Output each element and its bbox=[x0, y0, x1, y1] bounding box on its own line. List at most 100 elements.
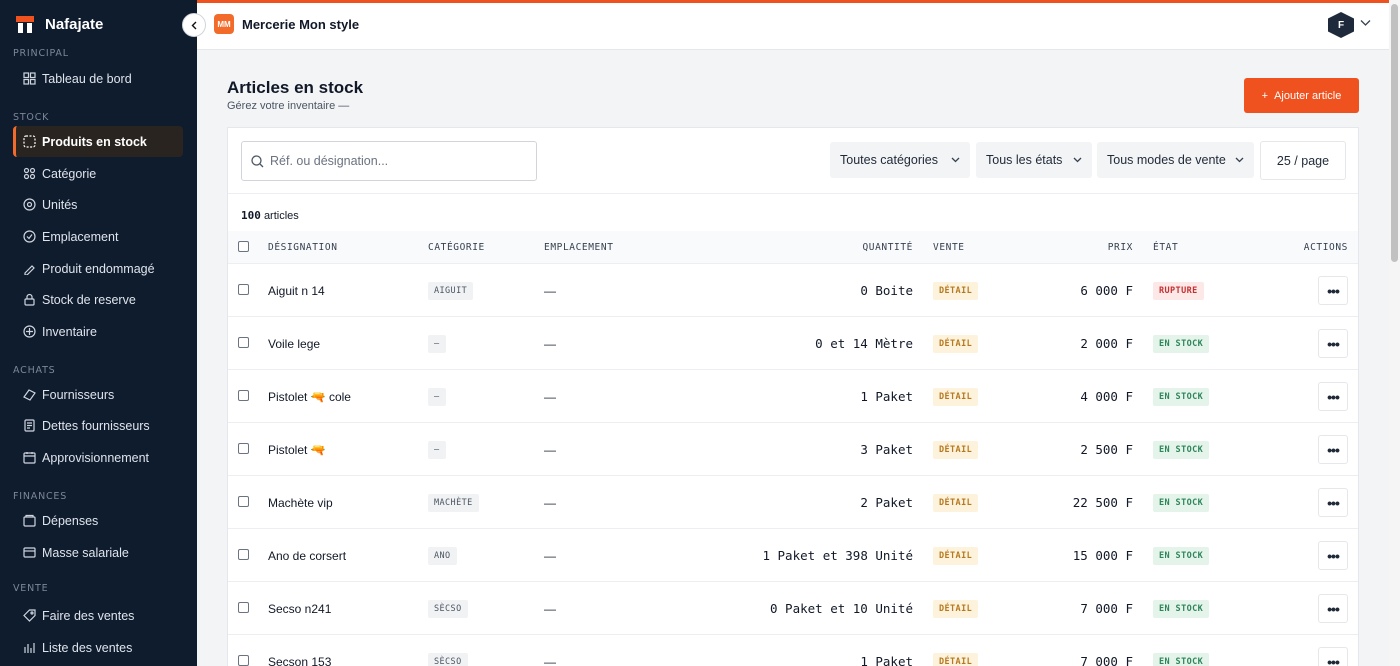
table-row[interactable]: Secso n241 SÈCSO — 0 Paket et 10 Unité D… bbox=[228, 582, 1358, 635]
section-title-finances: FINANCES bbox=[13, 491, 68, 502]
row-price: 15 000 F bbox=[1072, 548, 1133, 563]
sidebar-item-label: Masse salariale bbox=[42, 545, 129, 560]
status-badge: EN STOCK bbox=[1153, 546, 1210, 565]
sidebar-item-inventaire[interactable]: Inventaire bbox=[13, 316, 183, 347]
sidebar-item-tableau-de-bord[interactable]: Tableau de bord bbox=[13, 63, 183, 94]
sidebar-item-categorie[interactable]: Catégorie bbox=[13, 158, 183, 189]
shop-switcher[interactable]: MM Mercerie Mon style bbox=[214, 14, 359, 34]
table-row[interactable]: Voile lege — — 0 et 14 Mètre DÉTAIL 2 00… bbox=[228, 317, 1358, 370]
row-checkbox[interactable] bbox=[238, 655, 249, 666]
row-price: 7 000 F bbox=[1080, 601, 1133, 616]
header-etat[interactable]: ÉTAT bbox=[1153, 242, 1178, 253]
collapse-sidebar-button[interactable] bbox=[182, 13, 206, 37]
scrollbar-thumb[interactable] bbox=[1391, 4, 1398, 262]
sidebar-item-depenses[interactable]: Dépenses bbox=[13, 505, 183, 536]
sidebar-item-produit-endommage[interactable]: Produit endommagé bbox=[13, 253, 183, 284]
row-actions-button[interactable]: ••• bbox=[1318, 541, 1348, 570]
shop-name: Mercerie Mon style bbox=[242, 16, 360, 32]
state-select[interactable]: Tous les états bbox=[976, 142, 1092, 178]
row-designation: Pistolet 🔫 cole bbox=[268, 389, 351, 404]
table-row[interactable]: Pistolet 🔫 — — 3 Paket DÉTAIL 2 500 F EN… bbox=[228, 423, 1358, 476]
add-article-button[interactable]: + Ajouter article bbox=[1244, 78, 1359, 113]
table-row[interactable]: Secson 153 SÈCSO — 1 Paket DÉTAIL 7 000 … bbox=[228, 635, 1358, 666]
table-row[interactable]: Ano de corsert ANO — 1 Paket et 398 Unit… bbox=[228, 529, 1358, 582]
topbar: MM Mercerie Mon style F bbox=[197, 0, 1389, 50]
sidebar-item-liste-des-ventes[interactable]: Liste des ventes bbox=[13, 632, 183, 663]
row-checkbox[interactable] bbox=[238, 443, 249, 454]
table-row[interactable]: Aiguit n 14 AIGUIT — 0 Boite DÉTAIL 6 00… bbox=[228, 264, 1358, 317]
sale-mode-badge: DÉTAIL bbox=[933, 546, 979, 565]
sidebar-item-approvisionnement[interactable]: Approvisionnement bbox=[13, 442, 183, 473]
row-location: — bbox=[544, 283, 556, 298]
row-checkbox[interactable] bbox=[238, 284, 249, 295]
search-icon bbox=[251, 154, 264, 167]
header-categorie[interactable]: CATÉGORIE bbox=[428, 242, 485, 253]
sidebar-item-masse-salariale[interactable]: Masse salariale bbox=[13, 537, 183, 568]
sidebar-item-label: Dépenses bbox=[42, 513, 99, 528]
status-badge: EN STOCK bbox=[1153, 652, 1210, 666]
sidebar-item-produits-en-stock[interactable]: Produits en stock bbox=[13, 126, 183, 157]
row-designation: Pistolet 🔫 bbox=[268, 442, 326, 457]
row-checkbox[interactable] bbox=[238, 496, 249, 507]
sidebar-item-label: Produit endommagé bbox=[42, 261, 155, 276]
avatar[interactable]: F bbox=[1328, 12, 1354, 38]
sidebar-item-fournisseurs[interactable]: Fournisseurs bbox=[13, 379, 183, 410]
select-all-checkbox[interactable] bbox=[238, 241, 249, 252]
row-checkbox[interactable] bbox=[238, 549, 249, 560]
logo-icon bbox=[15, 14, 35, 34]
sidebar-item-faire-des-ventes[interactable]: Faire des ventes bbox=[13, 600, 183, 631]
search-box[interactable] bbox=[241, 141, 537, 181]
header-emplacement[interactable]: EMPLACEMENT bbox=[544, 242, 614, 253]
brand-name: Nafajate bbox=[45, 15, 104, 33]
article-count-number: 100 bbox=[241, 209, 261, 222]
row-location: — bbox=[544, 495, 556, 510]
chevron-down-icon[interactable] bbox=[1360, 19, 1371, 27]
row-designation: Voile lege bbox=[268, 336, 321, 351]
row-location: — bbox=[544, 654, 556, 666]
row-actions-button[interactable]: ••• bbox=[1318, 276, 1348, 305]
sidebar-item-label: Faire des ventes bbox=[42, 608, 135, 623]
row-actions-button[interactable]: ••• bbox=[1318, 382, 1348, 411]
header-vente[interactable]: VENTE bbox=[933, 242, 965, 253]
sidebar-item-label: Produits en stock bbox=[42, 134, 147, 149]
wallet-icon bbox=[22, 514, 36, 528]
page-title: Articles en stock bbox=[227, 78, 364, 97]
sidebar-item-emplacement[interactable]: Emplacement bbox=[13, 221, 183, 252]
category-select[interactable]: Toutes catégories bbox=[830, 142, 970, 178]
row-actions-button[interactable]: ••• bbox=[1318, 488, 1348, 517]
sidebar-item-unites[interactable]: Unités bbox=[13, 189, 183, 220]
sidebar-item-stock-de-reserve[interactable]: Stock de reserve bbox=[13, 284, 183, 315]
page-scrollbar[interactable] bbox=[1389, 0, 1400, 666]
articles-card: Toutes catégories Tous les états Tous mo… bbox=[227, 127, 1359, 666]
brand[interactable]: Nafajate bbox=[15, 14, 103, 34]
status-badge: EN STOCK bbox=[1153, 387, 1210, 406]
header-prix[interactable]: PRIX bbox=[1108, 242, 1133, 253]
row-checkbox[interactable] bbox=[238, 337, 249, 348]
row-location: — bbox=[544, 336, 556, 351]
sidebar-item-dettes-fournisseurs[interactable]: Dettes fournisseurs bbox=[13, 410, 183, 441]
row-checkbox[interactable] bbox=[238, 602, 249, 613]
table-row[interactable]: Pistolet 🔫 cole — — 1 Paket DÉTAIL 4 000… bbox=[228, 370, 1358, 423]
row-quantity: 0 Boite bbox=[860, 283, 913, 298]
row-actions-button[interactable]: ••• bbox=[1318, 329, 1348, 358]
page-size-select[interactable]: 25 / page bbox=[1260, 141, 1346, 180]
header-designation[interactable]: DÉSIGNATION bbox=[268, 242, 338, 253]
row-checkbox[interactable] bbox=[238, 390, 249, 401]
header-quantite[interactable]: QUANTITÉ bbox=[862, 242, 913, 253]
sale-mode-badge: DÉTAIL bbox=[933, 493, 979, 512]
row-actions-button[interactable]: ••• bbox=[1318, 647, 1348, 666]
sale-mode-badge: DÉTAIL bbox=[933, 387, 979, 406]
row-price: 2 500 F bbox=[1080, 442, 1133, 457]
row-actions-button[interactable]: ••• bbox=[1318, 594, 1348, 623]
truck-icon bbox=[22, 388, 36, 402]
sale-mode-select[interactable]: Tous modes de vente bbox=[1097, 142, 1254, 178]
calendar-icon bbox=[22, 451, 36, 465]
sidebar: Nafajate PRINCIPAL Tableau de bord STOCK… bbox=[0, 0, 197, 666]
row-actions-button[interactable]: ••• bbox=[1318, 435, 1348, 464]
table-row[interactable]: Machète vip MACHÈTE — 2 Paket DÉTAIL 22 … bbox=[228, 476, 1358, 529]
article-count: 100 articles bbox=[241, 209, 299, 222]
sidebar-item-label: Liste des ventes bbox=[42, 640, 133, 655]
search-input[interactable] bbox=[270, 154, 520, 168]
sidebar-item-label: Stock de reserve bbox=[42, 292, 136, 307]
status-badge: EN STOCK bbox=[1153, 334, 1210, 353]
